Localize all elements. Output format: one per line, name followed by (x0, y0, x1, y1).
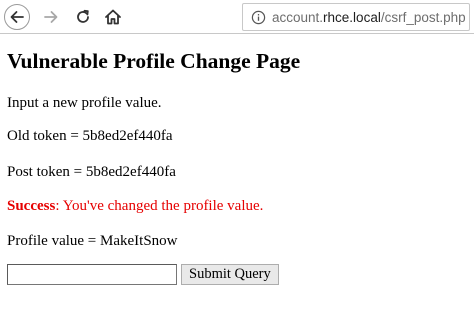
submit-query-button[interactable]: Submit Query (181, 264, 279, 285)
post-token-text: Post token = 5b8ed2ef440fa (7, 164, 176, 180)
home-button[interactable] (100, 4, 126, 30)
page-content: Vulnerable Profile Change Page Input a n… (7, 34, 467, 285)
back-arrow-icon (10, 11, 24, 23)
browser-toolbar: account.rhce.local/csrf_post.php (0, 0, 474, 34)
address-bar[interactable]: account.rhce.local/csrf_post.php (242, 3, 470, 31)
profile-form: Submit Query (7, 264, 279, 285)
profile-value-text: Profile value = MakeItSnow (7, 233, 178, 249)
reload-icon (77, 9, 89, 23)
instruction-text: Input a new profile value. (7, 95, 162, 111)
back-button[interactable] (4, 4, 30, 30)
profile-value-input[interactable] (7, 264, 177, 285)
success-message-text: : You've changed the profile value. (55, 198, 264, 214)
forward-button[interactable] (38, 4, 64, 30)
url-path: /csrf_post.php (380, 9, 466, 25)
page-title: Vulnerable Profile Change Page (7, 49, 301, 73)
url-text: account.rhce.local/csrf_post.php (272, 10, 466, 25)
reload-button[interactable] (70, 4, 96, 30)
url-host: rhce.local (323, 9, 381, 25)
success-label: Success (7, 198, 56, 214)
forward-arrow-icon (44, 11, 58, 23)
old-token-text: Old token = 5b8ed2ef440fa (7, 128, 173, 144)
success-message: Success: You've changed the profile valu… (7, 197, 263, 215)
url-prefix: account. (272, 9, 324, 25)
home-icon (105, 9, 121, 25)
info-icon[interactable] (250, 9, 266, 25)
